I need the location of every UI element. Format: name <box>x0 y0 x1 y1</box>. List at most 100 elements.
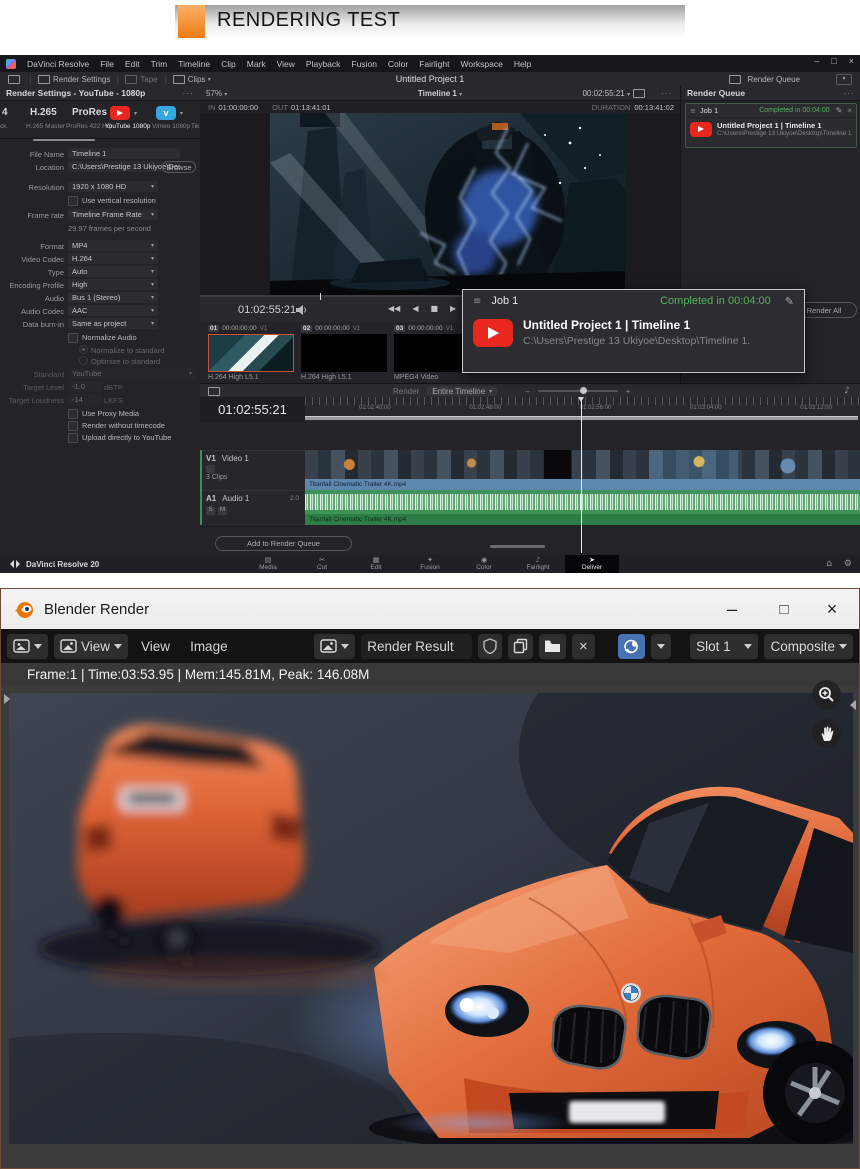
render-queue-toolbar-button[interactable]: Render Queue <box>729 75 800 84</box>
job-edit-icon[interactable]: ✎ <box>836 106 843 115</box>
page-button[interactable]: ➤ Deliver <box>565 555 619 573</box>
data-burn-in-dropdown[interactable]: Same as project▾ <box>68 318 158 329</box>
page-button[interactable]: ✂ Cut <box>295 555 349 573</box>
video-codec-dropdown[interactable]: H.264▾ <box>68 253 158 264</box>
home-icon[interactable]: ⌂ <box>826 559 832 569</box>
menu-item[interactable]: Edit <box>125 59 140 69</box>
menu-item[interactable]: Fairlight <box>419 59 449 69</box>
timeline-options-icon[interactable] <box>208 387 220 396</box>
resolution-dropdown[interactable]: 1920 x 1080 HD▾ <box>68 181 158 192</box>
volume-icon[interactable] <box>296 305 308 315</box>
fake-user-button[interactable] <box>478 634 502 659</box>
settings-panel-menu[interactable]: ··· <box>183 88 195 98</box>
menu-item[interactable]: Clip <box>221 59 236 69</box>
target-loudness-input[interactable]: -14 <box>68 394 102 405</box>
seek-handle[interactable] <box>320 293 321 300</box>
menu-item[interactable]: Trim <box>151 59 168 69</box>
preset-h264[interactable]: 4 <box>2 107 8 118</box>
job-completed-popup[interactable]: ≡ Job 1 Completed in 00:04:00 ✎ Untitled… <box>462 289 805 373</box>
solo-button[interactable]: S <box>206 507 215 515</box>
pan-button[interactable] <box>812 719 841 748</box>
menu-item[interactable]: Color <box>388 59 408 69</box>
format-dropdown[interactable]: MP4▾ <box>68 240 158 251</box>
menu-item[interactable]: View <box>277 59 295 69</box>
zoom-out-button[interactable]: – <box>525 387 529 396</box>
audio-codec-dropdown[interactable]: AAC▾ <box>68 305 158 316</box>
unlink-datablock-button[interactable]: × <box>572 634 595 659</box>
standard-dropdown[interactable]: YouTube▾ <box>68 368 196 379</box>
page-button[interactable]: ♪ Fairlight <box>511 555 565 573</box>
menu-item[interactable]: Help <box>514 59 531 69</box>
menu-item[interactable]: Mark <box>247 59 266 69</box>
panel-toggle-button[interactable]: ▾ <box>836 74 852 85</box>
viewer-options-menu[interactable]: ··· <box>661 89 672 98</box>
frame-rate-dropdown[interactable]: Timeline Frame Rate▾ <box>68 209 158 220</box>
render-without-timecode-checkbox[interactable] <box>68 421 78 431</box>
page-button[interactable]: ▦ Edit <box>349 555 403 573</box>
close-button[interactable]: × <box>849 56 854 66</box>
minimize-button[interactable]: – <box>814 56 819 66</box>
file-name-input[interactable]: Timeline 1 <box>68 148 180 159</box>
playhead[interactable] <box>581 397 582 553</box>
add-to-render-queue-button[interactable]: Add to Render Queue <box>215 536 352 551</box>
lock-icon[interactable] <box>206 465 215 473</box>
menu-item[interactable]: Playback <box>306 59 341 69</box>
mute-button[interactable]: M <box>218 507 227 515</box>
popup-drag-handle[interactable]: ≡ <box>473 296 481 307</box>
menu-item[interactable]: Workspace <box>460 59 502 69</box>
duplicate-data-button[interactable] <box>508 634 533 659</box>
page-button[interactable]: ◉ Color <box>457 555 511 573</box>
target-level-input[interactable]: -1.0 <box>68 381 102 392</box>
step-back-button[interactable]: ◀ <box>412 304 418 313</box>
pin-dropdown[interactable] <box>651 634 671 659</box>
editor-type-dropdown[interactable] <box>7 634 48 659</box>
preset-youtube[interactable] <box>110 106 130 120</box>
settings-gear-icon[interactable]: ⚙ <box>844 559 852 569</box>
save-icon[interactable] <box>633 89 645 98</box>
stop-button[interactable]: ■ <box>430 304 438 313</box>
zoom-in-button[interactable] <box>812 680 841 709</box>
use-proxy-checkbox[interactable] <box>68 409 78 419</box>
open-image-button[interactable] <box>539 634 566 659</box>
video-preview[interactable] <box>270 113 625 295</box>
page-button[interactable]: ✦ Fusion <box>403 555 457 573</box>
render-pass-dropdown[interactable]: Composite <box>764 634 853 659</box>
upload-youtube-checkbox[interactable] <box>68 433 78 443</box>
expand-region-arrow[interactable] <box>4 694 10 704</box>
encoding-profile-dropdown[interactable]: High▾ <box>68 279 158 290</box>
optimize-standard-radio[interactable] <box>79 356 88 365</box>
preset-prores[interactable]: ProRes <box>72 107 107 118</box>
render-clip-1[interactable]: 0100:00:00:00V1 H.264 High L5.1 <box>208 325 294 381</box>
blender-maximize-button[interactable]: □ <box>761 589 807 629</box>
render-clip-2[interactable]: 0200:00:00:00V1 H.264 High L5.1 <box>301 325 387 381</box>
audio-track-header[interactable]: A1Audio 1 2.0 S M <box>200 490 305 527</box>
menu-item[interactable]: File <box>100 59 114 69</box>
job-remove-icon[interactable]: × <box>847 106 852 115</box>
play-button[interactable]: ▶ <box>450 304 456 313</box>
audio-clip[interactable]: Titanfall Cinematic Trailer 4K.mp4 <box>305 490 860 525</box>
video-track-header[interactable]: V1Video 1 3 Clips <box>200 450 305 492</box>
render-viewport[interactable] <box>2 686 858 1167</box>
normalize-audio-checkbox[interactable] <box>68 333 78 343</box>
timeline-ruler[interactable]: 01:02:55:21 01:02:40:0001:02:48:0001:02:… <box>200 397 860 422</box>
type-dropdown[interactable]: Auto▾ <box>68 266 158 277</box>
viewer-timecode[interactable]: 00:02:55:21 ▾ <box>582 89 630 98</box>
menu-image[interactable]: Image <box>183 639 235 654</box>
audio-dropdown[interactable]: Bus 1 (Stereo)▾ <box>68 292 158 303</box>
collapse-region-arrow[interactable] <box>850 700 856 710</box>
image-view-dropdown[interactable]: View <box>54 634 128 659</box>
render-queue-job-card[interactable]: ≡ Job 1 Completed in 00:04:00 ✎ × Untitl… <box>685 103 857 148</box>
go-to-first-frame-button[interactable]: ◀◀ <box>388 304 400 313</box>
page-button[interactable]: ▤ Media <box>241 555 295 573</box>
zoom-in-button[interactable]: + <box>626 387 631 396</box>
menu-view[interactable]: View <box>134 639 177 654</box>
video-clip[interactable]: Titanfall Cinematic Trailer 4K.mp4 <box>305 450 860 490</box>
timeline-scrollbar[interactable] <box>490 545 545 548</box>
blender-close-button[interactable]: × <box>809 589 855 629</box>
maximize-button[interactable]: □ <box>831 56 836 66</box>
render-range-dropdown[interactable]: Entire Timeline▾ <box>427 386 497 396</box>
presets-scrollbar[interactable] <box>33 139 95 141</box>
preset-vimeo[interactable]: v <box>156 106 176 120</box>
datablock-name-field[interactable]: Render Result <box>361 634 472 659</box>
preset-youtube-chevron[interactable]: ▾ <box>134 110 137 117</box>
